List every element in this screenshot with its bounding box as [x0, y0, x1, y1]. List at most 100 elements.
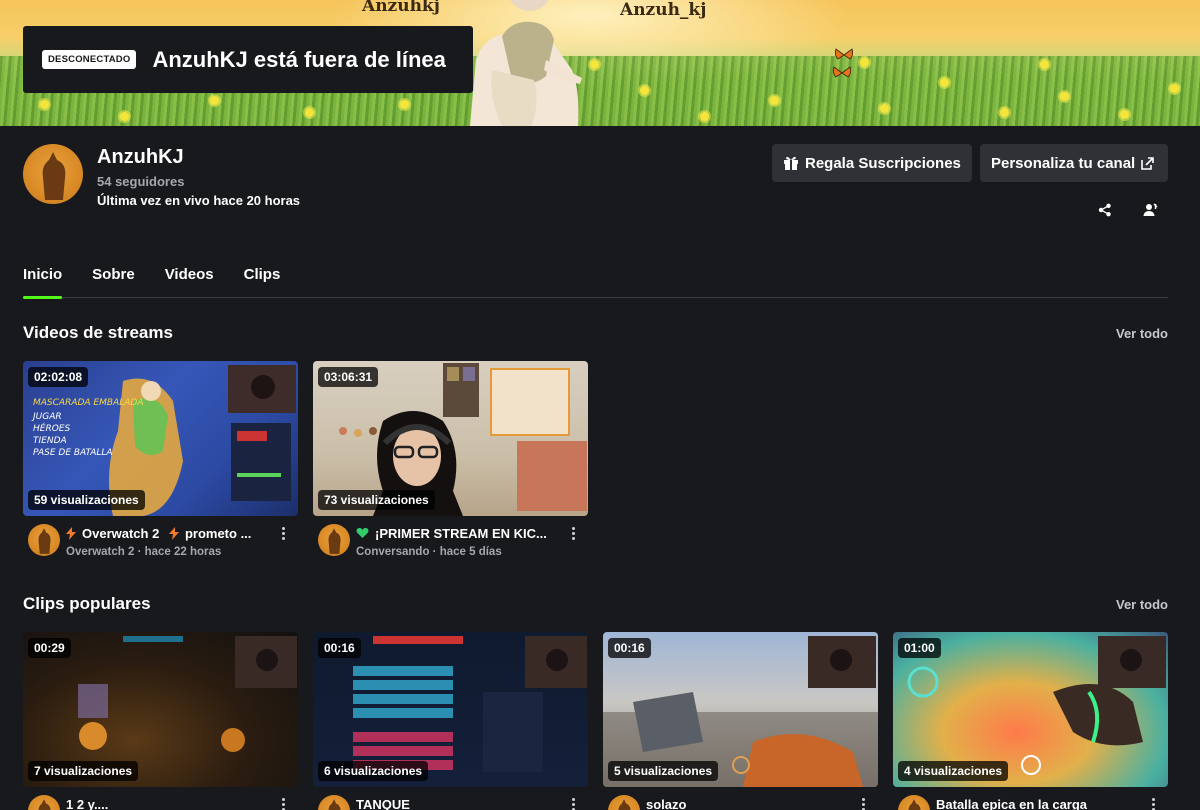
external-link-icon	[1141, 156, 1155, 170]
avatar-silhouette-icon	[618, 799, 631, 810]
gift-subscriptions-button[interactable]: Regala Suscripciones	[772, 144, 972, 182]
butterfly-icon	[834, 48, 854, 60]
channel-avatar[interactable]	[23, 144, 83, 204]
video-view-count: 73 visualizaciones	[318, 490, 435, 510]
stream-video-card[interactable]: 03:06:31 73 visualizaciones ¡PRIMER STRE…	[313, 361, 588, 566]
kebab-menu-icon[interactable]	[282, 798, 286, 810]
clip-view-count: 7 visualizaciones	[28, 761, 139, 781]
offline-badge: DESCONECTADO	[42, 50, 137, 69]
clip-title[interactable]: Batalla epica en la carga	[936, 797, 1141, 810]
clip-thumbnail[interactable]: 00:16 5 visualizaciones	[603, 632, 878, 787]
video-thumbnail[interactable]: MASCARADA EMBALADA JUGAR HÉROES TIENDA P…	[23, 361, 298, 516]
offline-notice: DESCONECTADO AnzuhKJ está fuera de línea	[23, 26, 473, 93]
streams-see-all-link[interactable]: Ver todo	[1116, 326, 1168, 341]
clip-duration: 01:00	[898, 638, 941, 658]
creator-avatar[interactable]	[28, 795, 60, 810]
channel-tabs: Inicio Sobre Videos Clips	[23, 262, 1168, 299]
svg-text:HÉROES: HÉROES	[33, 422, 70, 434]
creator-avatar[interactable]	[608, 795, 640, 810]
video-view-count: 59 visualizaciones	[28, 490, 145, 510]
banner-character-illustration	[470, 0, 582, 126]
clip-card[interactable]: 00:16 6 visualizaciones TANQUE	[313, 632, 588, 810]
clip-title[interactable]: TANQUE	[356, 797, 561, 810]
svg-text:JUGAR: JUGAR	[31, 412, 62, 422]
video-title[interactable]: Overwatch 2 prometo ...	[66, 526, 271, 541]
clip-meta: Batalla epica en la carga	[893, 793, 1168, 810]
avatar-silhouette-icon	[38, 528, 51, 554]
kebab-menu-icon[interactable]	[572, 798, 576, 810]
clip-meta: TANQUE	[313, 793, 588, 810]
avatar-silhouette-icon	[908, 799, 921, 810]
clip-card[interactable]: 00:16 5 visualizaciones solazo	[603, 632, 878, 810]
tab-sobre[interactable]: Sobre	[92, 262, 135, 298]
svg-text:PASE DE BATALLA: PASE DE BATALLA	[33, 448, 113, 458]
butterfly-icon	[832, 66, 852, 78]
gift-subscriptions-label: Regala Suscripciones	[805, 154, 961, 172]
creator-avatar[interactable]	[898, 795, 930, 810]
green-heart-icon	[356, 527, 369, 538]
kebab-menu-icon[interactable]	[862, 798, 866, 810]
stream-video-card[interactable]: MASCARADA EMBALADA JUGAR HÉROES TIENDA P…	[23, 361, 298, 566]
clips-section-title: Clips populares	[23, 594, 151, 613]
video-duration: 02:02:08	[28, 367, 89, 387]
clip-view-count: 6 visualizaciones	[318, 761, 429, 781]
offline-message: AnzuhKJ está fuera de línea	[152, 46, 446, 72]
video-meta: ¡PRIMER STREAM EN KIC... Conversando · h…	[313, 522, 588, 566]
clip-title[interactable]: 1 2 y....	[66, 797, 271, 810]
kebab-menu-icon[interactable]	[572, 527, 576, 541]
tab-videos[interactable]: Videos	[165, 262, 214, 298]
video-title-part: ¡PRIMER STREAM EN KIC...	[375, 526, 547, 541]
clip-thumbnail[interactable]: 01:00 4 visualizaciones	[893, 632, 1168, 787]
clip-card[interactable]: 00:29 7 visualizaciones 1 2 y....	[23, 632, 298, 810]
video-meta: Overwatch 2 prometo ... Overwatch 2 · ha…	[23, 522, 298, 566]
person-settings-icon	[1143, 203, 1157, 216]
svg-text:TIENDA: TIENDA	[33, 436, 67, 446]
clip-thumbnail[interactable]: 00:29 7 visualizaciones	[23, 632, 298, 787]
streams-section-title: Videos de streams	[23, 323, 173, 342]
gift-icon	[784, 156, 798, 170]
creator-avatar[interactable]	[28, 524, 60, 556]
banner-label-left: Anzuhkj	[362, 0, 440, 16]
banner-label-right: Anzuh_kj	[620, 0, 707, 20]
avatar-silhouette-icon	[38, 799, 51, 810]
video-title-part: Overwatch 2	[82, 526, 160, 541]
tab-clips[interactable]: Clips	[244, 262, 281, 298]
video-subtitle: Conversando · hace 5 días	[356, 546, 502, 558]
channel-name: AnzuhKJ	[97, 146, 184, 168]
clip-meta: solazo	[603, 793, 878, 810]
video-subtitle: Overwatch 2 · hace 22 horas	[66, 546, 222, 558]
last-live-status: Última vez en vivo hace 20 horas	[97, 193, 301, 208]
creator-avatar[interactable]	[318, 795, 350, 810]
kebab-menu-icon[interactable]	[1152, 798, 1156, 810]
video-title[interactable]: ¡PRIMER STREAM EN KIC...	[356, 526, 561, 541]
kebab-menu-icon[interactable]	[282, 527, 286, 541]
lightning-icon	[66, 527, 76, 540]
video-thumbnail[interactable]: 03:06:31 73 visualizaciones	[313, 361, 588, 516]
clip-view-count: 5 visualizaciones	[608, 761, 719, 781]
tab-inicio[interactable]: Inicio	[23, 262, 63, 299]
customize-channel-label: Personaliza tu canal	[991, 154, 1136, 172]
svg-text:MASCARADA EMBALADA: MASCARADA EMBALADA	[33, 398, 143, 408]
clip-meta: 1 2 y....	[23, 793, 298, 810]
lightning-icon	[168, 527, 179, 540]
share-button[interactable]	[1094, 199, 1116, 221]
clip-duration: 00:16	[318, 638, 361, 658]
clip-view-count: 4 visualizaciones	[898, 761, 1009, 781]
creator-avatar[interactable]	[318, 524, 350, 556]
clip-thumbnail[interactable]: 00:16 6 visualizaciones	[313, 632, 588, 787]
share-icon	[1098, 203, 1111, 217]
clip-duration: 00:29	[28, 638, 71, 658]
video-duration: 03:06:31	[318, 367, 379, 387]
customize-channel-button[interactable]: Personaliza tu canal	[980, 144, 1168, 182]
profile-settings-button[interactable]	[1139, 199, 1161, 221]
clip-title[interactable]: solazo	[646, 797, 851, 810]
clip-duration: 00:16	[608, 638, 651, 658]
clip-card[interactable]: 01:00 4 visualizaciones Batalla epica en…	[893, 632, 1168, 810]
avatar-silhouette-icon	[328, 799, 341, 810]
avatar-silhouette-icon	[328, 528, 341, 554]
follower-count: 54 seguidores	[97, 174, 185, 189]
avatar-silhouette-icon	[42, 152, 66, 200]
video-title-part: prometo ...	[184, 526, 252, 541]
clips-see-all-link[interactable]: Ver todo	[1116, 597, 1168, 612]
channel-banner: Anzuhkj Anzuh_kj DESCONECTADO AnzuhKJ es…	[0, 0, 1200, 126]
